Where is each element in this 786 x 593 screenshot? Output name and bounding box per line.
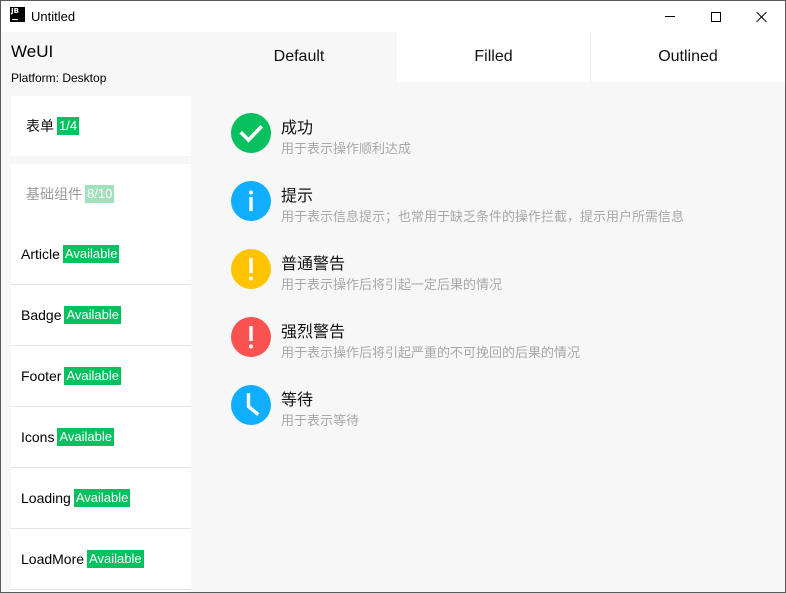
info-icon (231, 181, 271, 221)
message-description: 用于表示等待 (281, 413, 360, 428)
maximize-button[interactable] (693, 1, 739, 32)
tab-outlined[interactable]: Outlined (591, 32, 785, 82)
sidebar-item-footer[interactable]: Footer Available (11, 346, 191, 407)
waiting-icon (231, 385, 271, 425)
status-badge: Available (64, 306, 122, 324)
sidebar-item-badge[interactable]: Badge Available (11, 285, 191, 346)
maximize-icon (711, 11, 721, 22)
message-title: 成功 (281, 120, 314, 137)
sidebar-item-label: LoadMore (21, 551, 85, 567)
title-bar[interactable]: JB Untitled (1, 1, 785, 32)
progress-badge: 8/10 (85, 185, 115, 203)
tab-filled[interactable]: Filled (397, 32, 591, 82)
message-info: 提示 用于表示信息提示；也常用于缺乏条件的操作拦截，提示用户所需信息 (231, 181, 771, 225)
sidebar-item-label: Footer (21, 368, 62, 384)
close-button[interactable] (739, 1, 785, 32)
sidebar-item-loadmore[interactable]: LoadMore Available (11, 529, 191, 590)
component-list: Article Available Badge Available Footer… (11, 224, 191, 590)
sidebar-item-label: Icons (21, 429, 55, 445)
tab-bar: Default Filled Outlined (201, 32, 785, 82)
minimize-button[interactable] (647, 1, 693, 32)
sidebar-item-article[interactable]: Article Available (11, 224, 191, 285)
minimize-icon (665, 16, 675, 17)
message-waiting: 等待 用于表示等待 (231, 385, 771, 429)
message-description: 用于表示操作顺利达成 (281, 141, 412, 156)
message-title: 普通警告 (281, 256, 346, 273)
group-label: 表单 (26, 118, 54, 134)
message-title: 等待 (281, 392, 314, 409)
app-window: JB Untitled WeUI Platform: Desktop 表单 1/… (0, 0, 786, 593)
status-badge: Available (87, 550, 144, 568)
sidebar-group-form[interactable]: 表单 1/4 (11, 96, 191, 156)
group-header[interactable]: 基础组件 8/10 (26, 184, 115, 204)
sidebar-item-label: Article (21, 246, 60, 262)
status-badge: Available (73, 489, 131, 507)
progress-badge: 1/4 (57, 117, 80, 135)
main-content: 成功 用于表示操作顺利达成 提示 用于表示信息提示；也常用于缺乏条件的操作拦截，… (201, 82, 785, 592)
app-logo-icon: JB (10, 7, 25, 22)
warning-icon (231, 249, 271, 289)
window-title: Untitled (31, 9, 76, 24)
success-icon (231, 113, 271, 153)
platform-label: Platform: Desktop (11, 71, 107, 85)
message-title: 提示 (281, 188, 314, 205)
brand-title: WeUI (11, 42, 54, 61)
message-title: 强烈警告 (281, 324, 346, 341)
sidebar-item-label: Badge (21, 307, 62, 323)
tab-default[interactable]: Default (201, 32, 397, 82)
group-label: 基础组件 (26, 186, 82, 202)
strong-warning-icon (231, 317, 271, 357)
sidebar-item-loading[interactable]: Loading Available (11, 468, 191, 529)
group-header: 表单 1/4 (26, 116, 80, 136)
status-badge: Available (62, 245, 120, 263)
sidebar-item-label: Loading (21, 490, 71, 506)
message-description: 用于表示操作后将引起一定后果的情况 (281, 277, 503, 292)
status-badge: Available (64, 367, 121, 385)
sidebar: WeUI Platform: Desktop 表单 1/4 基础组件 8/10 … (1, 32, 191, 592)
message-description: 用于表示操作后将引起严重的不可挽回的后果的情况 (281, 345, 581, 360)
message-strong-warning: 强烈警告 用于表示操作后将引起严重的不可挽回的后果的情况 (231, 317, 771, 361)
sidebar-group-basic: 基础组件 8/10 Article Available Badge Availa… (11, 164, 191, 592)
status-badge: Available (57, 428, 114, 446)
message-warning: 普通警告 用于表示操作后将引起一定后果的情况 (231, 249, 771, 293)
message-success: 成功 用于表示操作顺利达成 (231, 113, 771, 157)
close-icon (756, 11, 768, 23)
message-description: 用于表示信息提示；也常用于缺乏条件的操作拦截，提示用户所需信息 (281, 209, 685, 224)
sidebar-item-icons[interactable]: Icons Available (11, 407, 191, 468)
